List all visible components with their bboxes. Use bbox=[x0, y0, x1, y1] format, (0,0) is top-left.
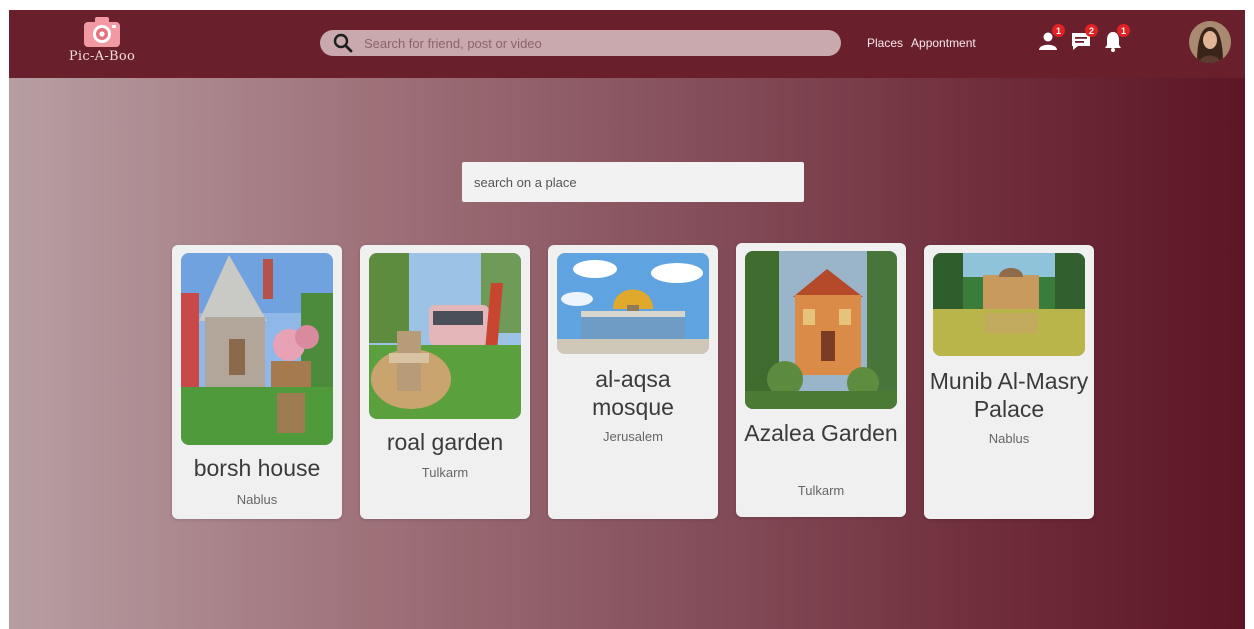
place-photo bbox=[933, 253, 1085, 356]
place-photo bbox=[745, 251, 897, 409]
camera-icon bbox=[84, 17, 120, 47]
global-search-bar[interactable] bbox=[320, 30, 841, 56]
place-card-roal-garden[interactable]: roal garden Tulkarm bbox=[360, 245, 530, 519]
place-card-munib-al-masry-palace[interactable]: Munib Al-Masry Palace Nablus bbox=[924, 245, 1094, 519]
notifications-button[interactable]: 1 bbox=[1100, 24, 1130, 54]
roal-garden-image bbox=[369, 253, 521, 419]
place-photo bbox=[557, 253, 709, 354]
nav-links: Places Appontment bbox=[867, 36, 976, 50]
messages-badge: 2 bbox=[1085, 24, 1098, 37]
borsh-house-image bbox=[181, 253, 333, 445]
global-search-input[interactable] bbox=[362, 34, 806, 52]
place-card-azalea-garden[interactable]: Azalea Garden Tulkarm bbox=[736, 243, 906, 517]
place-city: Tulkarm bbox=[797, 483, 845, 498]
nav-places-link[interactable]: Places bbox=[867, 36, 903, 50]
avatar[interactable] bbox=[1189, 21, 1231, 63]
place-city: Nablus bbox=[236, 492, 278, 507]
place-title: Munib Al-Masry Palace bbox=[929, 368, 1089, 422]
place-city: Jerusalem bbox=[603, 429, 663, 444]
place-city: Tulkarm bbox=[421, 465, 469, 480]
places-page: borsh house Nablus roal garden bbox=[9, 78, 1245, 629]
place-card-al-aqsa-mosque[interactable]: al-aqsa mosque Jerusalem bbox=[548, 245, 718, 519]
place-title: borsh house bbox=[193, 455, 321, 481]
place-photo bbox=[369, 253, 521, 419]
place-city: Nablus bbox=[988, 431, 1030, 446]
nav-appointment-link[interactable]: Appontment bbox=[911, 36, 976, 50]
place-search-input[interactable] bbox=[472, 173, 796, 191]
place-photo bbox=[181, 253, 333, 445]
place-title: al-aqsa mosque bbox=[592, 366, 674, 420]
search-icon[interactable] bbox=[332, 32, 354, 54]
azalea-garden-image bbox=[745, 251, 897, 409]
friend-requests-badge: 1 bbox=[1052, 24, 1065, 37]
brand-logo[interactable]: Pic-A-Boo bbox=[57, 16, 147, 64]
user-avatar-image bbox=[1189, 21, 1231, 63]
place-card-borsh-house[interactable]: borsh house Nablus bbox=[172, 245, 342, 519]
brand-name: Pic-A-Boo bbox=[68, 49, 136, 64]
top-navbar: Pic-A-Boo Places Appontment 1 bbox=[9, 10, 1245, 78]
notifications-badge: 1 bbox=[1117, 24, 1130, 37]
munib-al-masry-palace-image bbox=[933, 253, 1085, 356]
app-frame: Pic-A-Boo Places Appontment 1 bbox=[9, 10, 1245, 629]
al-aqsa-mosque-image bbox=[557, 253, 709, 354]
place-search-box[interactable] bbox=[462, 162, 804, 202]
friend-requests-button[interactable]: 1 bbox=[1035, 24, 1065, 54]
place-title: roal garden bbox=[386, 429, 504, 455]
messages-button[interactable]: 2 bbox=[1068, 24, 1098, 54]
place-title: Azalea Garden bbox=[744, 420, 898, 446]
